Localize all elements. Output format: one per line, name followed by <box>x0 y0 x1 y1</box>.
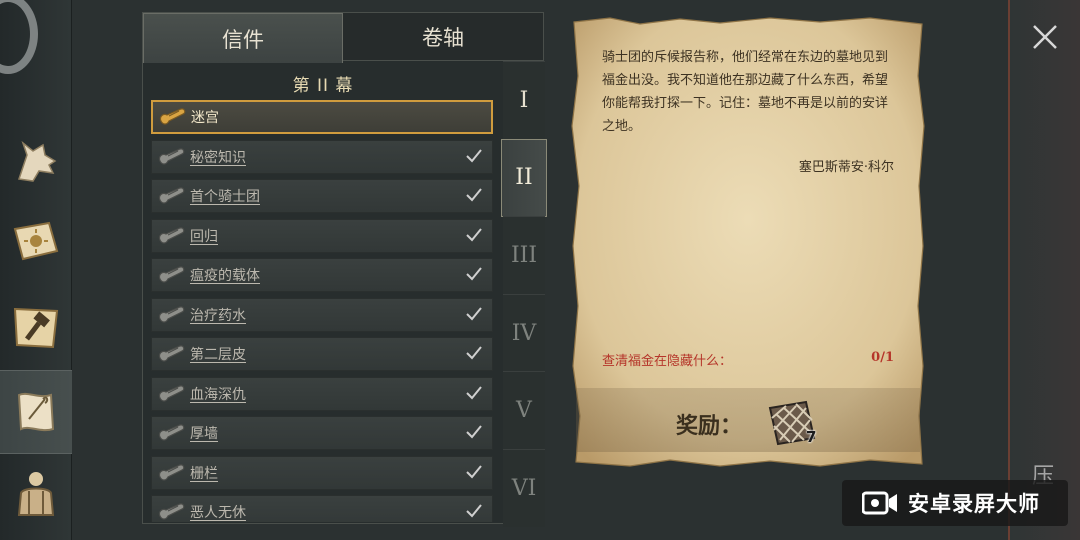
quest-label: 秘密知识 <box>190 149 246 166</box>
navigation-rail <box>0 0 72 540</box>
character-icon[interactable] <box>6 462 66 522</box>
act-selector: I II III IV V VI <box>501 61 547 527</box>
quest-label: 第二层皮 <box>190 347 246 363</box>
act-button-6[interactable]: VI <box>503 448 545 527</box>
quest-row[interactable]: 迷宫 <box>151 100 493 134</box>
tab-scrolls[interactable]: 卷轴 <box>343 13 543 61</box>
scroll-icon <box>157 105 187 129</box>
scroll-icon <box>156 421 186 445</box>
letter-body: 骑士团的斥候报告称，他们经常在东边的墓地见到福金出没。我不知道他在那边藏了什么东… <box>602 50 889 134</box>
recorder-watermark: 安卓录屏大师 <box>842 480 1068 526</box>
checkmark-icon <box>464 501 484 521</box>
scroll-icon <box>156 500 186 522</box>
checkmark-icon <box>464 264 484 284</box>
checkmark-icon <box>464 304 484 324</box>
tab-letters[interactable]: 信件 <box>143 13 343 63</box>
tab-bar: 信件 卷轴 <box>143 13 543 63</box>
scroll-icon <box>156 184 186 208</box>
quest-label: 治疗药水 <box>190 307 246 324</box>
quest-row[interactable]: 回归 <box>151 218 493 253</box>
scroll-icon <box>156 461 186 485</box>
letter-parchment: 骑士团的斥候报告称，他们经常在东边的墓地见到福金出没。我不知道他在那边藏了什么东… <box>570 16 926 468</box>
scroll-icon <box>156 303 186 327</box>
video-camera-icon <box>862 491 897 515</box>
wolf-icon[interactable] <box>6 132 66 192</box>
act-button-1[interactable]: I <box>503 61 545 139</box>
quest-row[interactable]: 恶人无休 <box>151 495 493 522</box>
reward-band <box>576 388 920 452</box>
journal-panel: 信件 卷轴 第 II 幕 迷宫秘密知识首个骑士团回归瘟疫的载体治疗药水第二层皮血… <box>142 12 547 527</box>
quest-label: 血海深仇 <box>190 386 246 403</box>
quest-row[interactable]: 厚墙 <box>151 416 493 450</box>
quest-row[interactable]: 秘密知识 <box>151 139 493 174</box>
quest-objective: 查清福金在隐藏什么： <box>602 354 733 369</box>
hammer-map-icon[interactable] <box>6 298 66 358</box>
scroll-icon <box>156 263 186 287</box>
quest-label: 厚墙 <box>190 426 218 442</box>
act-button-2[interactable]: II <box>501 138 547 217</box>
quest-label: 栅栏 <box>190 465 218 482</box>
checkmark-icon <box>464 343 484 363</box>
quest-row[interactable]: 瘟疫的载体 <box>151 258 493 292</box>
watermark-text: 安卓录屏大师 <box>908 492 1040 516</box>
sun-book-icon[interactable] <box>6 212 66 272</box>
quest-label: 迷宫 <box>191 110 219 126</box>
quest-label: 恶人无休 <box>190 505 246 521</box>
letter-signature: 塞巴斯蒂安·科尔 <box>798 160 894 175</box>
quest-row[interactable]: 血海深仇 <box>151 376 493 411</box>
checkmark-icon <box>464 146 484 166</box>
scroll-icon <box>156 382 186 406</box>
scroll-icon <box>156 145 186 169</box>
scroll-icon <box>156 224 186 248</box>
objective-progress: 0/1 <box>871 350 894 365</box>
checkmark-icon <box>464 462 484 482</box>
quest-row[interactable]: 治疗药水 <box>151 297 493 332</box>
reward-label: 奖励： <box>676 414 743 439</box>
checkmark-icon <box>464 185 484 205</box>
quest-row[interactable]: 栅栏 <box>151 455 493 490</box>
quest-label: 瘟疫的载体 <box>190 268 260 284</box>
reward-quantity: 7 <box>806 428 817 446</box>
ring-icon[interactable] <box>0 0 38 74</box>
act-title: 第 II 幕 <box>143 71 503 103</box>
checkmark-icon <box>464 225 484 245</box>
act-button-3[interactable]: III <box>503 216 545 294</box>
close-icon[interactable] <box>1026 18 1064 56</box>
quest-row[interactable]: 首个骑士团 <box>151 179 493 213</box>
scroll-icon <box>156 342 186 366</box>
checkmark-icon <box>464 383 484 403</box>
journal-scroll-icon[interactable] <box>0 370 72 454</box>
quest-list[interactable]: 迷宫秘密知识首个骑士团回归瘟疫的载体治疗药水第二层皮血海深仇厚墙栅栏恶人无休 <box>151 100 495 522</box>
checkmark-icon <box>464 422 484 442</box>
act-button-4[interactable]: IV <box>503 293 545 372</box>
quest-label: 回归 <box>190 228 218 245</box>
act-button-5[interactable]: V <box>503 371 545 449</box>
quest-row[interactable]: 第二层皮 <box>151 337 493 371</box>
quest-label: 首个骑士团 <box>190 189 260 205</box>
